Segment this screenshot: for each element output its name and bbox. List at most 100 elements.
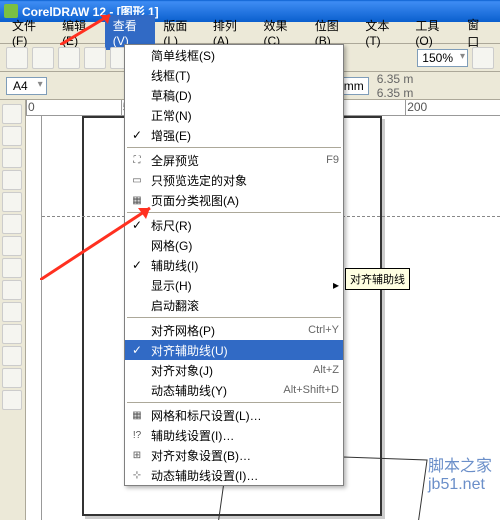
menu-8[interactable]: 工具(O) — [407, 15, 459, 50]
menu-item-label: 辅助线(I) — [151, 257, 339, 274]
menu-item-0[interactable]: 简单线框(S) — [125, 45, 343, 65]
new-button[interactable] — [6, 47, 28, 69]
menu-icon — [129, 87, 145, 103]
menu-item-10[interactable]: ✓标尺(R) — [125, 215, 343, 235]
menu-icon: ⛶ — [129, 152, 145, 168]
menu-0[interactable]: 文件(F) — [4, 15, 54, 50]
toolbox — [0, 100, 26, 520]
menu-item-label: 对齐对象(J) — [151, 362, 307, 379]
menu-item-13[interactable]: 显示(H) ▸ — [125, 275, 343, 295]
submenu-arrow-icon: ▸ — [333, 278, 339, 292]
interactive-fill-tool[interactable] — [2, 390, 22, 410]
menu-item-1[interactable]: 线框(T) — [125, 65, 343, 85]
menu-item-11[interactable]: 网格(G) — [125, 235, 343, 255]
menu-icon — [129, 67, 145, 83]
menu-item-label: 线框(T) — [151, 67, 339, 84]
menu-icon — [129, 382, 145, 398]
menu-item-label: 简单线框(S) — [151, 47, 339, 64]
menu-item-18[interactable]: 对齐对象(J) Alt+Z — [125, 360, 343, 380]
menu-item-8[interactable]: ▦ 页面分类视图(A) — [125, 190, 343, 210]
menu-item-label: 增强(E) — [151, 127, 339, 144]
menu-icon — [129, 237, 145, 253]
menu-item-label: 草稿(D) — [151, 87, 339, 104]
menu-item-label: 对齐网格(P) — [151, 322, 302, 339]
menu-9[interactable]: 窗口 — [459, 14, 496, 52]
tool-button[interactable] — [472, 47, 494, 69]
menu-icon: ▦ — [129, 407, 145, 423]
menu-item-label: 对齐对象设置(B)… — [151, 447, 339, 464]
basic-shapes-tool[interactable] — [2, 258, 22, 278]
zoom-tool[interactable] — [2, 148, 22, 168]
menu-item-14[interactable]: 启动翻滚 — [125, 295, 343, 315]
menu-item-21[interactable]: ▦ 网格和标尺设置(L)… — [125, 405, 343, 425]
pick-tool[interactable] — [2, 104, 22, 124]
view-menu-dropdown: 简单线框(S) 线框(T) 草稿(D) 正常(N) ✓ 增强(E) ⛶全屏预览F9 ▭ 只预览选… — [124, 44, 344, 486]
menu-item-22[interactable]: !? 辅助线设置(I)… — [125, 425, 343, 445]
menu-item-label: 启动翻滚 — [151, 297, 339, 314]
menu-item-16[interactable]: 对齐网格(P) Ctrl+Y — [125, 320, 343, 340]
menu-icon — [129, 277, 145, 293]
menu-7[interactable]: 文本(T) — [357, 15, 407, 50]
save-button[interactable] — [58, 47, 80, 69]
menu-icon — [129, 107, 145, 123]
text-tool[interactable] — [2, 280, 22, 300]
open-button[interactable] — [32, 47, 54, 69]
menu-separator — [127, 147, 341, 148]
check-icon: ✓ — [129, 127, 145, 143]
menu-item-label: 网格和标尺设置(L)… — [151, 407, 339, 424]
menu-item-4[interactable]: ✓ 增强(E) — [125, 125, 343, 145]
freehand-tool[interactable] — [2, 170, 22, 190]
menu-bar: 文件(F)编辑(E)查看(V)版面(L)排列(A)效果(C)位图(B)文本(T)… — [0, 22, 500, 44]
vertical-ruler — [26, 116, 42, 520]
menu-item-12[interactable]: ✓辅助线(I) — [125, 255, 343, 275]
menu-separator — [127, 402, 341, 403]
menu-item-label: 显示(H) — [151, 277, 327, 294]
menu-icon — [129, 362, 145, 378]
menu-icon: !? — [129, 427, 145, 443]
menu-item-label: 只预览选定的对象 — [151, 172, 339, 189]
paper-select[interactable]: A4 — [6, 77, 47, 95]
menu-item-label: 对齐辅助线(U) — [151, 342, 339, 359]
watermark: 脚本之家jb51.net — [428, 452, 492, 494]
menu-item-label: 辅助线设置(I)… — [151, 427, 339, 444]
menu-tooltip: 对齐辅助线 — [345, 268, 410, 290]
menu-icon — [129, 297, 145, 313]
menu-item-label: 正常(N) — [151, 107, 339, 124]
menu-icon: ▦ — [129, 192, 145, 208]
check-icon: ✓ — [129, 217, 145, 233]
menu-item-label: 动态辅助线(Y) — [151, 382, 277, 399]
menu-icon: ⊞ — [129, 447, 145, 463]
blend-tool[interactable] — [2, 302, 22, 322]
check-icon: ✓ — [129, 342, 145, 358]
menu-item-2[interactable]: 草稿(D) — [125, 85, 343, 105]
menu-item-7[interactable]: ▭ 只预览选定的对象 — [125, 170, 343, 190]
menu-1[interactable]: 编辑(E) — [54, 15, 105, 50]
menu-item-24[interactable]: ⊹动态辅助线设置(I)… — [125, 465, 343, 485]
menu-icon — [129, 322, 145, 338]
rectangle-tool[interactable] — [2, 192, 22, 212]
menu-shortcut: Alt+Z — [313, 364, 339, 376]
menu-separator — [127, 317, 341, 318]
outline-tool[interactable] — [2, 346, 22, 366]
menu-shortcut: F9 — [326, 154, 339, 166]
ellipse-tool[interactable] — [2, 214, 22, 234]
print-button[interactable] — [84, 47, 106, 69]
menu-icon: ⊹ — [129, 467, 145, 483]
zoom-select[interactable]: 150% — [417, 49, 468, 67]
eyedropper-tool[interactable] — [2, 324, 22, 344]
menu-shortcut: Ctrl+Y — [308, 324, 339, 336]
fill-tool[interactable] — [2, 368, 22, 388]
menu-icon: ▭ — [129, 172, 145, 188]
menu-item-23[interactable]: ⊞ 对齐对象设置(B)… — [125, 445, 343, 465]
menu-item-3[interactable]: 正常(N) — [125, 105, 343, 125]
menu-item-19[interactable]: 动态辅助线(Y) Alt+Shift+D — [125, 380, 343, 400]
menu-item-label: 页面分类视图(A) — [151, 192, 339, 209]
menu-item-label: 网格(G) — [151, 237, 339, 254]
menu-icon — [129, 47, 145, 63]
dim-readout: 6.35 m6.35 m — [377, 72, 414, 100]
polygon-tool[interactable] — [2, 236, 22, 256]
menu-item-6[interactable]: ⛶全屏预览F9 — [125, 150, 343, 170]
menu-shortcut: Alt+Shift+D — [283, 384, 339, 396]
shape-tool[interactable] — [2, 126, 22, 146]
menu-item-17[interactable]: ✓ 对齐辅助线(U) — [125, 340, 343, 360]
